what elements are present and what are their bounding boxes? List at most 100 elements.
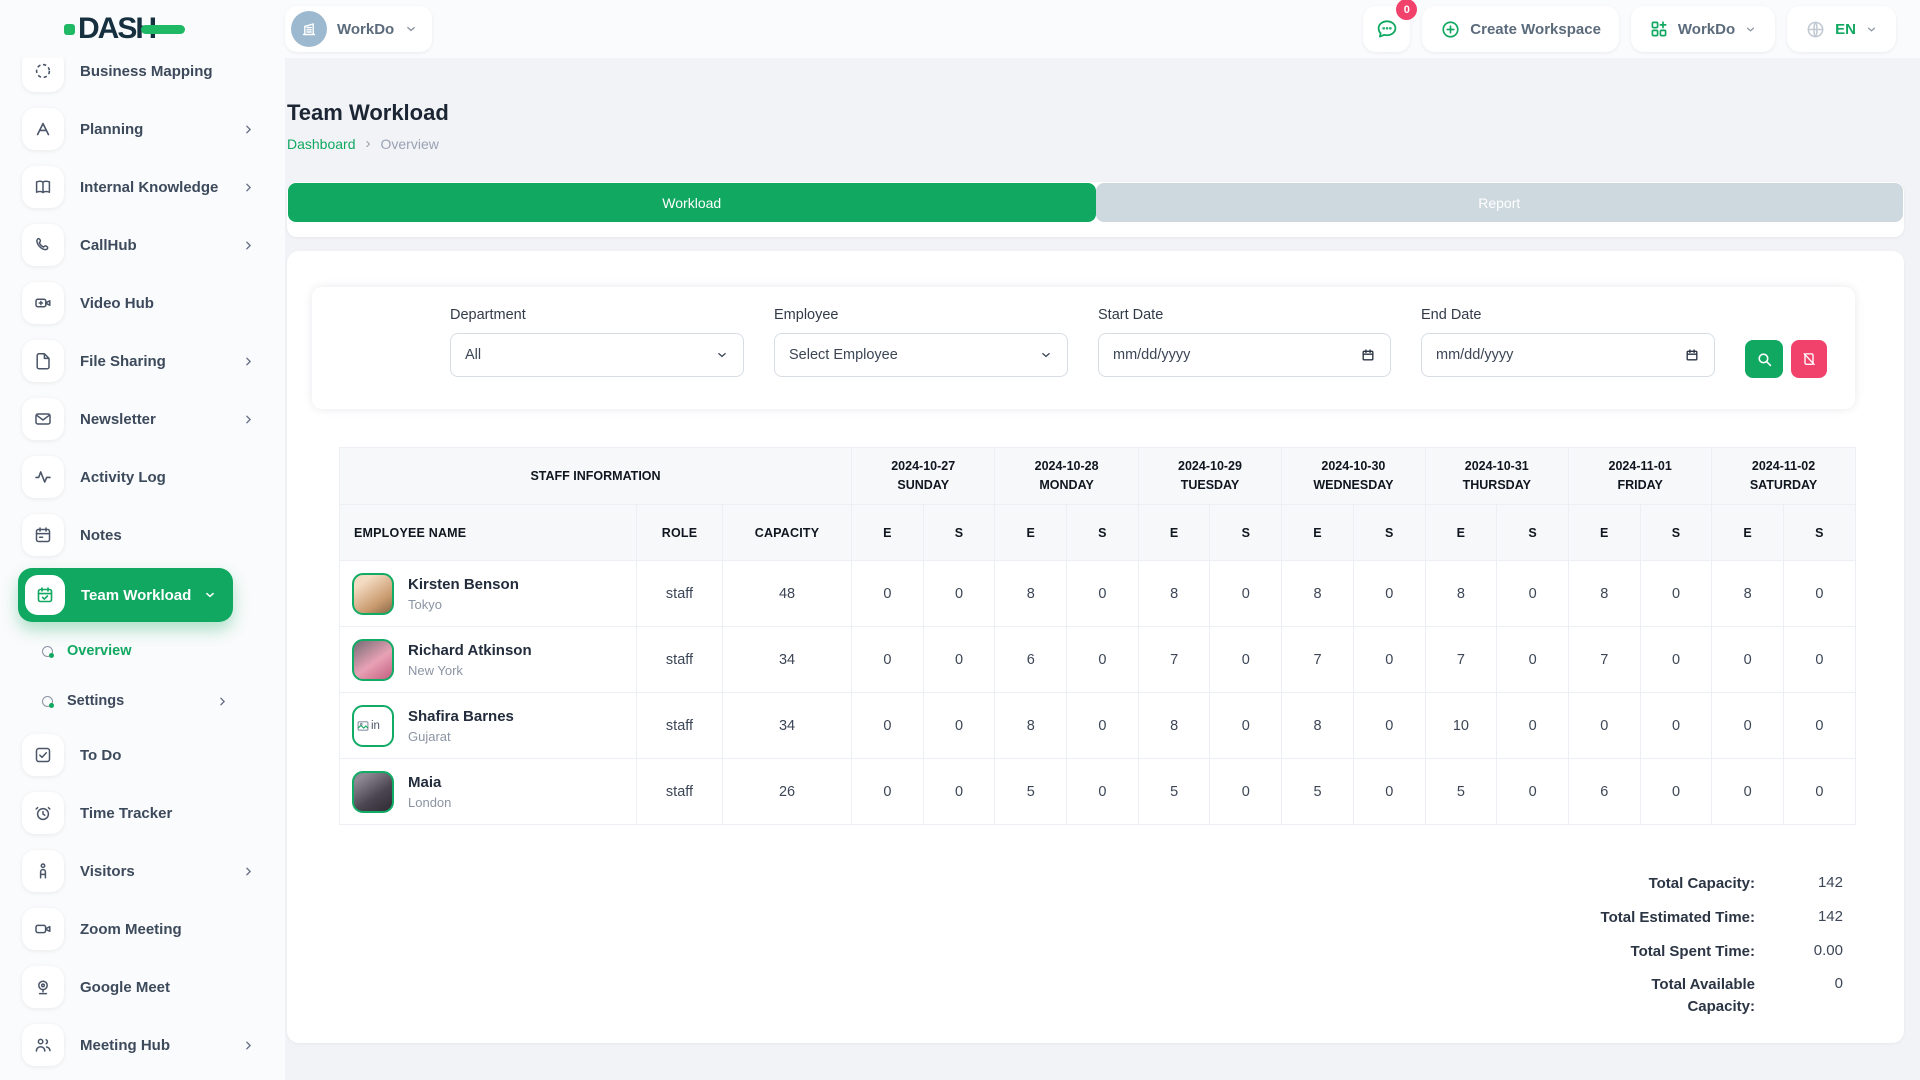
value-cell: 8 bbox=[1282, 693, 1354, 759]
sidebar-item-notes[interactable]: Notes bbox=[0, 506, 285, 564]
sidebar-subitem-overview[interactable]: Overview bbox=[0, 626, 285, 676]
col-s: S bbox=[1497, 505, 1569, 561]
capacity-cell: 48 bbox=[723, 561, 852, 627]
day-header-sunday: 2024-10-27SUNDAY bbox=[852, 448, 995, 505]
sidebar-item-label: Time Tracker bbox=[80, 805, 255, 822]
chevron-right-icon bbox=[242, 181, 255, 194]
value-cell: 5 bbox=[1138, 759, 1210, 825]
compass-icon bbox=[22, 58, 64, 92]
value-cell: 0 bbox=[1640, 561, 1712, 627]
phone-icon bbox=[22, 224, 64, 266]
tab-workload[interactable]: Workload bbox=[288, 183, 1096, 222]
value-cell: 0 bbox=[1353, 759, 1425, 825]
sidebar-item-visitors[interactable]: Visitors bbox=[0, 842, 285, 900]
webcam-icon bbox=[22, 966, 64, 1008]
checkbox-icon bbox=[22, 734, 64, 776]
value-cell: 0 bbox=[1497, 693, 1569, 759]
sidebar-item-video-hub[interactable]: Video Hub bbox=[0, 274, 285, 332]
sidebar-item-label: Activity Log bbox=[80, 469, 255, 486]
employee-location: Tokyo bbox=[408, 597, 519, 612]
language-selector[interactable]: EN bbox=[1787, 6, 1896, 52]
sidebar-item-feedback[interactable]: Feedback bbox=[0, 1074, 285, 1080]
sidebar-item-callhub[interactable]: CallHub bbox=[0, 216, 285, 274]
workspace-selector[interactable]: WorkDo bbox=[285, 6, 432, 52]
sidebar-item-business-mapping[interactable]: Business Mapping bbox=[0, 58, 285, 100]
day-header-tuesday: 2024-10-29TUESDAY bbox=[1138, 448, 1281, 505]
col-s: S bbox=[1067, 505, 1139, 561]
sidebar-item-zoom-meeting[interactable]: Zoom Meeting bbox=[0, 900, 285, 958]
broken-image-icon bbox=[356, 719, 370, 733]
department-label: Department bbox=[450, 307, 744, 323]
end-date-input[interactable]: mm/dd/yyyy bbox=[1421, 333, 1715, 377]
value-cell: 0 bbox=[1712, 759, 1784, 825]
sidebar-item-label: Zoom Meeting bbox=[80, 921, 255, 938]
value-cell: 0 bbox=[1210, 759, 1282, 825]
col-s: S bbox=[1353, 505, 1425, 561]
sidebar-item-time-tracker[interactable]: Time Tracker bbox=[0, 784, 285, 842]
messages-button[interactable]: 0 bbox=[1363, 6, 1410, 52]
department-select[interactable]: All bbox=[450, 333, 744, 377]
sidebar-item-label: Business Mapping bbox=[80, 63, 255, 80]
role-cell: staff bbox=[637, 561, 723, 627]
employee-select[interactable]: Select Employee bbox=[774, 333, 1068, 377]
building-icon bbox=[291, 11, 327, 47]
col-capacity: CAPACITY bbox=[723, 505, 852, 561]
chevron-right-icon bbox=[242, 355, 255, 368]
value-cell: 0 bbox=[923, 693, 995, 759]
total-value: 0.00 bbox=[1755, 941, 1843, 959]
logo-zone: DASH bbox=[0, 12, 285, 46]
sidebar-subitem-label: Overview bbox=[67, 643, 229, 659]
sidebar-item-file-sharing[interactable]: File Sharing bbox=[0, 332, 285, 390]
sidebar-item-internal-knowledge[interactable]: Internal Knowledge bbox=[0, 158, 285, 216]
sidebar-item-meeting-hub[interactable]: Meeting Hub bbox=[0, 1016, 285, 1074]
employee-location: London bbox=[408, 795, 451, 810]
person-icon bbox=[22, 850, 64, 892]
employee-name: Shafira Barnes bbox=[408, 708, 514, 725]
total-spent-row: Total Spent Time: 0.00 bbox=[1510, 941, 1843, 963]
sidebar-item-google-meet[interactable]: Google Meet bbox=[0, 958, 285, 1016]
logo-dash-bar bbox=[141, 25, 185, 34]
sidebar-item-label: Notes bbox=[80, 527, 255, 544]
sidebar-item-newsletter[interactable]: Newsletter bbox=[0, 390, 285, 448]
value-cell: 0 bbox=[1784, 759, 1856, 825]
sidebar-item-to-do[interactable]: To Do bbox=[0, 726, 285, 784]
value-cell: 0 bbox=[923, 561, 995, 627]
col-e: E bbox=[852, 505, 924, 561]
grid-plus-icon bbox=[1649, 19, 1669, 39]
value-cell: 10 bbox=[1425, 693, 1497, 759]
sidebar-item-label: Newsletter bbox=[80, 411, 242, 428]
total-value: 142 bbox=[1755, 907, 1843, 925]
col-e: E bbox=[1138, 505, 1210, 561]
reset-button[interactable] bbox=[1791, 340, 1827, 378]
totals-summary: Total Capacity: 142 Total Estimated Time… bbox=[1510, 873, 1855, 1018]
chevron-right-icon bbox=[216, 695, 229, 708]
value-cell: 0 bbox=[1640, 627, 1712, 693]
value-cell: 8 bbox=[1282, 561, 1354, 627]
breadcrumb-dashboard-link[interactable]: Dashboard bbox=[287, 136, 356, 152]
start-date-input[interactable]: mm/dd/yyyy bbox=[1098, 333, 1391, 377]
chevron-down-icon bbox=[203, 588, 217, 602]
value-cell: 0 bbox=[1353, 693, 1425, 759]
value-cell: 6 bbox=[1568, 759, 1640, 825]
sidebar-item-planning[interactable]: Planning bbox=[0, 100, 285, 158]
create-workspace-button[interactable]: Create Workspace bbox=[1422, 6, 1619, 52]
sidebar-item-label: Visitors bbox=[80, 863, 242, 880]
search-button[interactable] bbox=[1745, 340, 1783, 378]
sidebar-item-team-workload[interactable]: Team Workload bbox=[18, 568, 233, 622]
calendar-note-icon bbox=[22, 514, 64, 556]
tab-report[interactable]: Report bbox=[1096, 183, 1904, 222]
total-label: Total Capacity: bbox=[1510, 873, 1755, 895]
main-content: Team Workload Dashboard › Overview Workl… bbox=[285, 58, 1920, 1080]
avatar bbox=[352, 573, 394, 615]
workspace-label: WorkDo bbox=[337, 21, 394, 38]
value-cell: 7 bbox=[1282, 627, 1354, 693]
avatar bbox=[352, 639, 394, 681]
sidebar-subitem-settings[interactable]: Settings bbox=[0, 676, 285, 726]
sidebar-item-activity-log[interactable]: Activity Log bbox=[0, 448, 285, 506]
workspace-menu-button[interactable]: WorkDo bbox=[1631, 6, 1775, 52]
total-value: 0 bbox=[1755, 974, 1843, 992]
department-value: All bbox=[465, 347, 481, 363]
value-cell: 0 bbox=[1210, 561, 1282, 627]
total-capacity-row: Total Capacity: 142 bbox=[1510, 873, 1843, 895]
envelope-icon bbox=[22, 398, 64, 440]
